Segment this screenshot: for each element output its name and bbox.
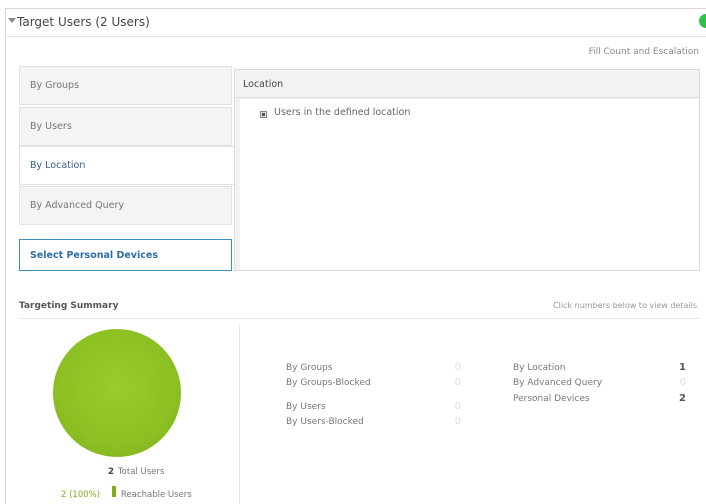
target-users-panel: Target Users (2 Users) Fill Count and Es… [5, 8, 706, 504]
location-panel-title: Location [235, 70, 699, 98]
stat-label-by-users: By Users [286, 402, 326, 412]
targeting-summary-hint: Click numbers below to view details [553, 301, 697, 310]
tab-by-advanced-query[interactable]: By Advanced Query [19, 186, 232, 225]
status-dot-icon [699, 14, 706, 28]
fill-count-escalation-link[interactable]: Fill Count and Escalation [589, 47, 699, 57]
reachable-users-pie-chart[interactable] [53, 329, 181, 457]
users-in-location-checkbox[interactable] [260, 111, 267, 118]
summary-vertical-divider [239, 325, 240, 504]
panel-title: Target Users (2 Users) [17, 15, 150, 29]
users-in-location-label[interactable]: Users in the defined location [274, 107, 410, 118]
panel-header[interactable]: Target Users (2 Users) [6, 9, 706, 37]
total-users-label: Total Users [117, 467, 165, 477]
targeting-tabs: By Groups By Users By Location By Advanc… [19, 66, 237, 271]
stat-value-by-advanced-query[interactable]: 0 [666, 377, 686, 388]
summary-divider [19, 318, 699, 319]
reachable-users-label: Reachable Users [121, 490, 192, 500]
select-personal-devices-button[interactable]: Select Personal Devices [19, 239, 232, 271]
stat-label-by-groups: By Groups [286, 363, 333, 373]
tab-by-groups[interactable]: By Groups [19, 66, 232, 105]
location-panel-body: Users in the defined location [240, 99, 699, 270]
stat-value-by-groups[interactable]: 0 [441, 362, 461, 373]
tab-by-users[interactable]: By Users [19, 107, 232, 146]
tab-by-location[interactable]: By Location [19, 146, 237, 185]
location-panel: Location Users in the defined location [234, 69, 700, 271]
stat-label-personal-devices: Personal Devices [513, 394, 590, 404]
stat-value-by-users[interactable]: 0 [441, 401, 461, 412]
targeting-summary-title: Targeting Summary [19, 301, 119, 311]
stat-value-personal-devices[interactable]: 2 [666, 393, 686, 404]
stat-label-by-location: By Location [513, 363, 566, 373]
reachable-users-count[interactable]: 2 (100%) [61, 490, 100, 500]
stat-value-by-groups-blocked[interactable]: 0 [441, 377, 461, 388]
stat-value-by-users-blocked[interactable]: 0 [441, 416, 461, 427]
reachable-legend-swatch [112, 486, 116, 497]
stat-value-by-location[interactable]: 1 [666, 362, 686, 373]
stat-label-by-advanced-query: By Advanced Query [513, 378, 603, 388]
stat-label-by-groups-blocked: By Groups-Blocked [286, 378, 371, 388]
collapse-caret-icon[interactable] [8, 18, 16, 23]
stat-label-by-users-blocked: By Users-Blocked [286, 417, 364, 427]
total-users-count[interactable]: 2 [108, 467, 114, 477]
total-users-text: 2 Total Users [108, 467, 164, 477]
